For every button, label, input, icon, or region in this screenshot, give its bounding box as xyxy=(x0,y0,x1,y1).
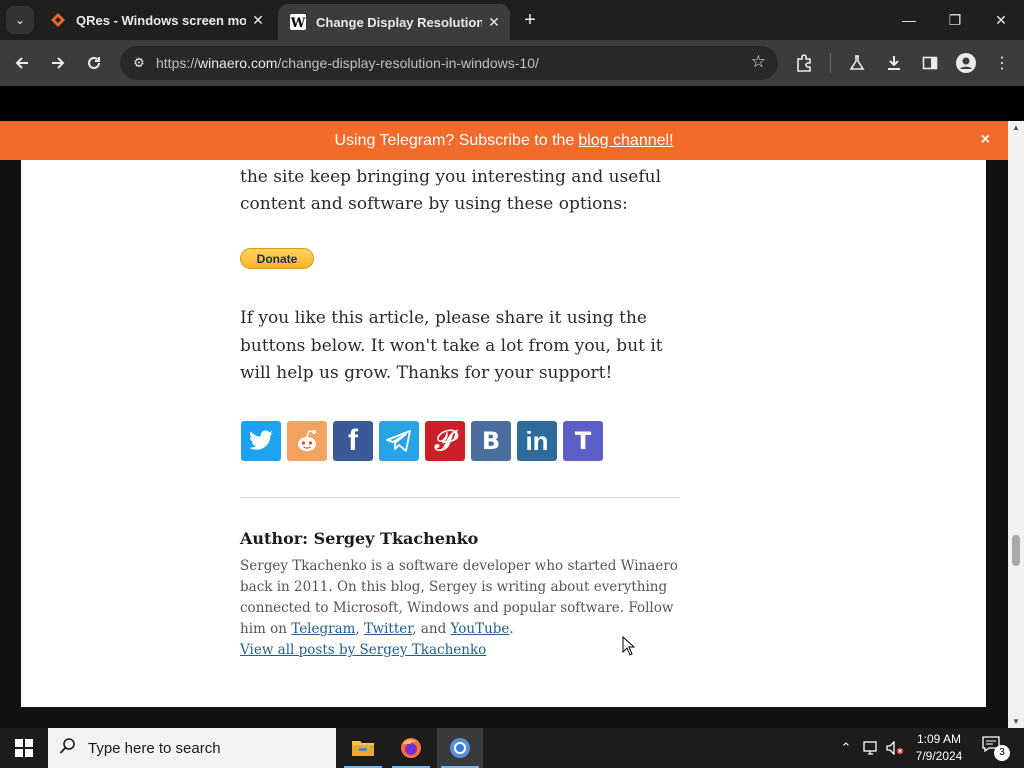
tab-title: QRes - Windows screen mode xyxy=(76,12,246,28)
share-prompt: If you like this article, please share i… xyxy=(240,308,663,383)
minimize-button[interactable]: — xyxy=(886,0,932,40)
donate-button[interactable]: Donate xyxy=(240,248,314,269)
windows-taskbar: Type here to search ⌃ 1:09 AM 7/9/2024 3 xyxy=(0,728,1024,768)
share-twitter-button[interactable] xyxy=(241,421,281,461)
banner-close-icon[interactable]: × xyxy=(981,131,990,149)
share-teams-button[interactable]: T xyxy=(563,421,603,461)
tab-qres[interactable]: QRes - Windows screen mode ✕ xyxy=(38,0,274,40)
chrome-icon xyxy=(450,738,470,758)
notification-center-icon[interactable]: 3 xyxy=(982,736,1010,761)
view-all-posts-link[interactable]: View all posts by Sergey Tkachenko xyxy=(240,642,486,658)
chevron-down-icon: ⌄ xyxy=(14,13,26,27)
facebook-f-icon: f xyxy=(348,424,358,457)
download-icon[interactable] xyxy=(880,49,908,77)
extensions-icon[interactable] xyxy=(790,49,818,77)
bookmarks-bar-area xyxy=(0,86,1024,121)
search-icon xyxy=(48,737,88,759)
blog-channel-link[interactable]: blog channel! xyxy=(578,132,673,150)
share-reddit-button[interactable] xyxy=(287,421,327,461)
share-linkedin-button[interactable]: in xyxy=(517,421,557,461)
volume-muted-icon[interactable] xyxy=(884,728,906,768)
share-facebook-button[interactable]: f xyxy=(333,421,373,461)
article-intro: the site keep bringing you interesting a… xyxy=(240,167,662,214)
author-twitter-link[interactable]: Twitter xyxy=(364,621,412,637)
reload-icon[interactable] xyxy=(80,49,108,77)
tab-search-button[interactable]: ⌄ xyxy=(6,6,34,34)
reddit-alien-icon xyxy=(298,430,316,451)
url-path: /change-display-resolution-in-windows-10… xyxy=(277,55,539,71)
tab-strip: ⌄ QRes - Windows screen mode ✕ W Change … xyxy=(0,0,1024,40)
telegram-banner: Using Telegram? Subscribe to the blog ch… xyxy=(0,121,1008,160)
browser-toolbar: ⚙ https://winaero.com/change-display-res… xyxy=(0,40,1024,86)
tray-chevron-up-icon[interactable]: ⌃ xyxy=(836,728,856,768)
teams-t-icon: T xyxy=(574,427,592,455)
author-telegram-link[interactable]: Telegram xyxy=(291,621,355,637)
taskbar-file-explorer[interactable] xyxy=(340,728,386,768)
toolbar-divider xyxy=(830,53,831,73)
share-buttons: f 𝒫 В in T xyxy=(241,421,603,461)
site-info-icon[interactable]: ⚙ xyxy=(122,55,156,71)
menu-kebab-icon[interactable]: ⋮ xyxy=(988,49,1016,77)
folder-icon xyxy=(352,741,374,756)
bookmark-star-icon[interactable]: ☆ xyxy=(751,52,766,72)
author-bio-separator: , xyxy=(355,621,360,637)
qres-diamond-icon xyxy=(50,12,66,28)
web-content: Using Telegram? Subscribe to the blog ch… xyxy=(0,121,1008,728)
divider xyxy=(240,497,680,498)
taskbar-firefox[interactable] xyxy=(388,728,434,768)
author-heading: Author: Sergey Tkachenko xyxy=(240,529,479,548)
share-telegram-button[interactable] xyxy=(379,421,419,461)
scroll-down-icon[interactable]: ▼ xyxy=(1012,717,1020,726)
close-window-button[interactable]: ✕ xyxy=(978,0,1024,40)
close-tab-icon[interactable]: ✕ xyxy=(482,14,506,31)
mouse-cursor-icon xyxy=(622,636,636,656)
author-bio: Sergey Tkachenko is a software developer… xyxy=(240,556,685,661)
banner-text: Using Telegram? Subscribe to the xyxy=(334,131,575,149)
telegram-plane-icon xyxy=(386,430,411,452)
close-tab-icon[interactable]: ✕ xyxy=(246,12,270,29)
clock-time: 1:09 AM xyxy=(916,732,962,746)
firefox-icon xyxy=(401,738,421,758)
tab-title: Change Display Resolution in Windows 10 xyxy=(316,14,482,30)
svg-text:W: W xyxy=(290,16,306,30)
author-youtube-link[interactable]: YouTube xyxy=(451,621,510,637)
clock-date: 7/9/2024 xyxy=(915,749,963,763)
start-button[interactable] xyxy=(0,728,48,768)
restore-button[interactable]: ❐ xyxy=(932,0,978,40)
scroll-up-icon[interactable]: ▲ xyxy=(1012,123,1020,132)
article-page: the site keep bringing you interesting a… xyxy=(21,160,986,707)
network-icon[interactable] xyxy=(860,728,882,768)
address-bar[interactable]: ⚙ https://winaero.com/change-display-res… xyxy=(120,46,778,80)
url-scheme: https:// xyxy=(156,55,199,71)
profile-avatar-icon[interactable] xyxy=(952,49,980,77)
share-vk-button[interactable]: В xyxy=(471,421,511,461)
back-arrow-icon[interactable] xyxy=(8,49,36,77)
notification-count-badge: 3 xyxy=(994,745,1010,761)
side-panel-icon[interactable] xyxy=(916,49,944,77)
forward-arrow-icon[interactable] xyxy=(44,49,72,77)
search-placeholder: Type here to search xyxy=(88,739,221,757)
tab-winaero[interactable]: W Change Display Resolution in Windows 1… xyxy=(278,4,510,40)
taskbar-search-box[interactable]: Type here to search xyxy=(48,728,336,768)
winaero-w-icon: W xyxy=(290,14,306,30)
labs-flask-icon[interactable] xyxy=(843,49,871,77)
author-bio-separator: , and xyxy=(412,621,447,637)
new-tab-button[interactable]: + xyxy=(518,8,542,32)
twitter-bird-icon xyxy=(249,430,273,450)
url-host: winaero.com xyxy=(198,55,278,71)
taskbar-clock[interactable]: 1:09 AM 7/9/2024 xyxy=(906,731,972,765)
windows-logo-icon xyxy=(15,739,33,757)
author-bio-end: . xyxy=(509,621,514,637)
linkedin-in-icon: in xyxy=(525,425,549,456)
pinterest-p-icon: 𝒫 xyxy=(434,424,456,457)
vk-b-icon: В xyxy=(481,427,501,455)
page-scrollbar[interactable]: ▲ ▼ xyxy=(1008,121,1024,728)
taskbar-chrome[interactable] xyxy=(437,728,483,768)
scrollbar-thumb[interactable] xyxy=(1012,535,1020,566)
share-pinterest-button[interactable]: 𝒫 xyxy=(425,421,465,461)
